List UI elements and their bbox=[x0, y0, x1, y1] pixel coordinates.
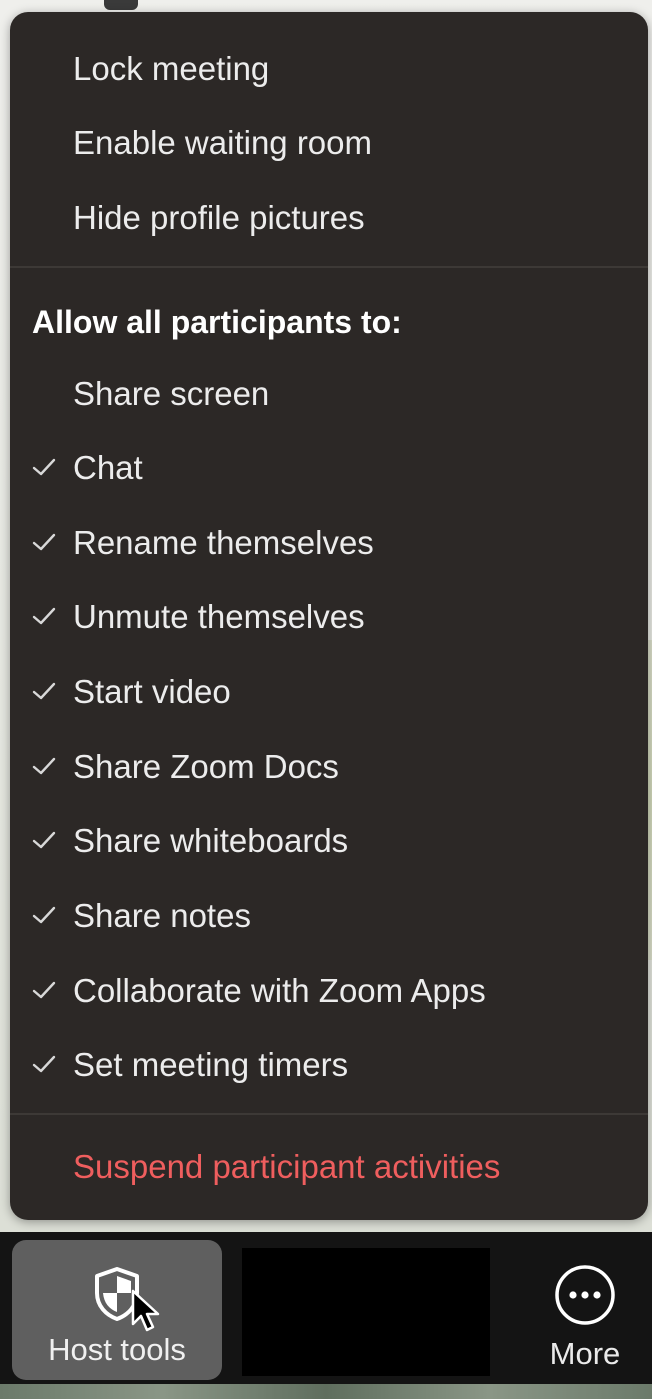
checkmark-icon bbox=[32, 440, 64, 496]
host-tools-button[interactable]: Host tools bbox=[12, 1240, 222, 1380]
toolbar-empty-area bbox=[242, 1248, 490, 1376]
meeting-toolbar: Host tools More bbox=[0, 1232, 652, 1384]
permission-share-notes[interactable]: Share notes bbox=[10, 886, 648, 946]
host-tools-label: Host tools bbox=[48, 1332, 186, 1367]
suspend-label: Suspend participant activities bbox=[73, 1148, 501, 1185]
permission-label: Chat bbox=[73, 449, 143, 486]
permission-rename-themselves[interactable]: Rename themselves bbox=[10, 513, 648, 573]
menu-item-label: Enable waiting room bbox=[73, 124, 372, 161]
permission-start-video[interactable]: Start video bbox=[10, 662, 648, 722]
permission-label: Share Zoom Docs bbox=[73, 748, 339, 785]
checkmark-icon bbox=[32, 589, 64, 645]
permission-label: Rename themselves bbox=[73, 524, 374, 561]
permission-label: Share screen bbox=[73, 375, 270, 412]
permission-label: Unmute themselves bbox=[73, 598, 365, 635]
host-tools-menu: Lock meeting Enable waiting room Hide pr… bbox=[10, 12, 648, 1220]
background-bottom-strip bbox=[0, 1384, 652, 1399]
background-object bbox=[104, 0, 138, 10]
menu-item-hide-profile-pictures[interactable]: Hide profile pictures bbox=[10, 188, 648, 248]
permission-label: Set meeting timers bbox=[73, 1046, 349, 1083]
menu-divider bbox=[10, 1113, 648, 1115]
permission-chat[interactable]: Chat bbox=[10, 438, 648, 498]
checkmark-icon bbox=[32, 813, 64, 869]
checkmark-icon bbox=[32, 1037, 64, 1093]
checkmark-icon bbox=[32, 888, 64, 944]
checkmark-icon bbox=[32, 963, 64, 1019]
permission-share-whiteboards[interactable]: Share whiteboards bbox=[10, 811, 648, 871]
more-dots-icon bbox=[554, 1264, 616, 1331]
menu-item-label: Hide profile pictures bbox=[73, 199, 365, 236]
menu-divider bbox=[10, 266, 648, 268]
mouse-pointer-icon bbox=[130, 1288, 164, 1339]
permission-label: Share notes bbox=[73, 897, 251, 934]
permission-share-screen[interactable]: Share screen bbox=[10, 364, 648, 424]
suspend-participant-activities-item[interactable]: Suspend participant activities bbox=[10, 1137, 648, 1197]
menu-item-enable-waiting-room[interactable]: Enable waiting room bbox=[10, 113, 648, 173]
more-button[interactable]: More bbox=[530, 1242, 640, 1384]
permission-set-meeting-timers[interactable]: Set meeting timers bbox=[10, 1035, 648, 1095]
more-label: More bbox=[549, 1336, 621, 1371]
checkmark-icon bbox=[32, 515, 64, 571]
permission-share-zoom-docs[interactable]: Share Zoom Docs bbox=[10, 737, 648, 797]
permission-collaborate-with-zoom-apps[interactable]: Collaborate with Zoom Apps bbox=[10, 961, 648, 1021]
menu-item-label: Lock meeting bbox=[73, 50, 270, 87]
permission-label: Share whiteboards bbox=[73, 822, 349, 859]
permission-unmute-themselves[interactable]: Unmute themselves bbox=[10, 587, 648, 647]
checkmark-icon bbox=[32, 739, 64, 795]
menu-item-lock-meeting[interactable]: Lock meeting bbox=[10, 39, 648, 99]
permission-label: Start video bbox=[73, 673, 231, 710]
checkmark-icon bbox=[32, 664, 64, 720]
section-heading: Allow all participants to: bbox=[32, 304, 402, 340]
permission-label: Collaborate with Zoom Apps bbox=[73, 972, 486, 1009]
